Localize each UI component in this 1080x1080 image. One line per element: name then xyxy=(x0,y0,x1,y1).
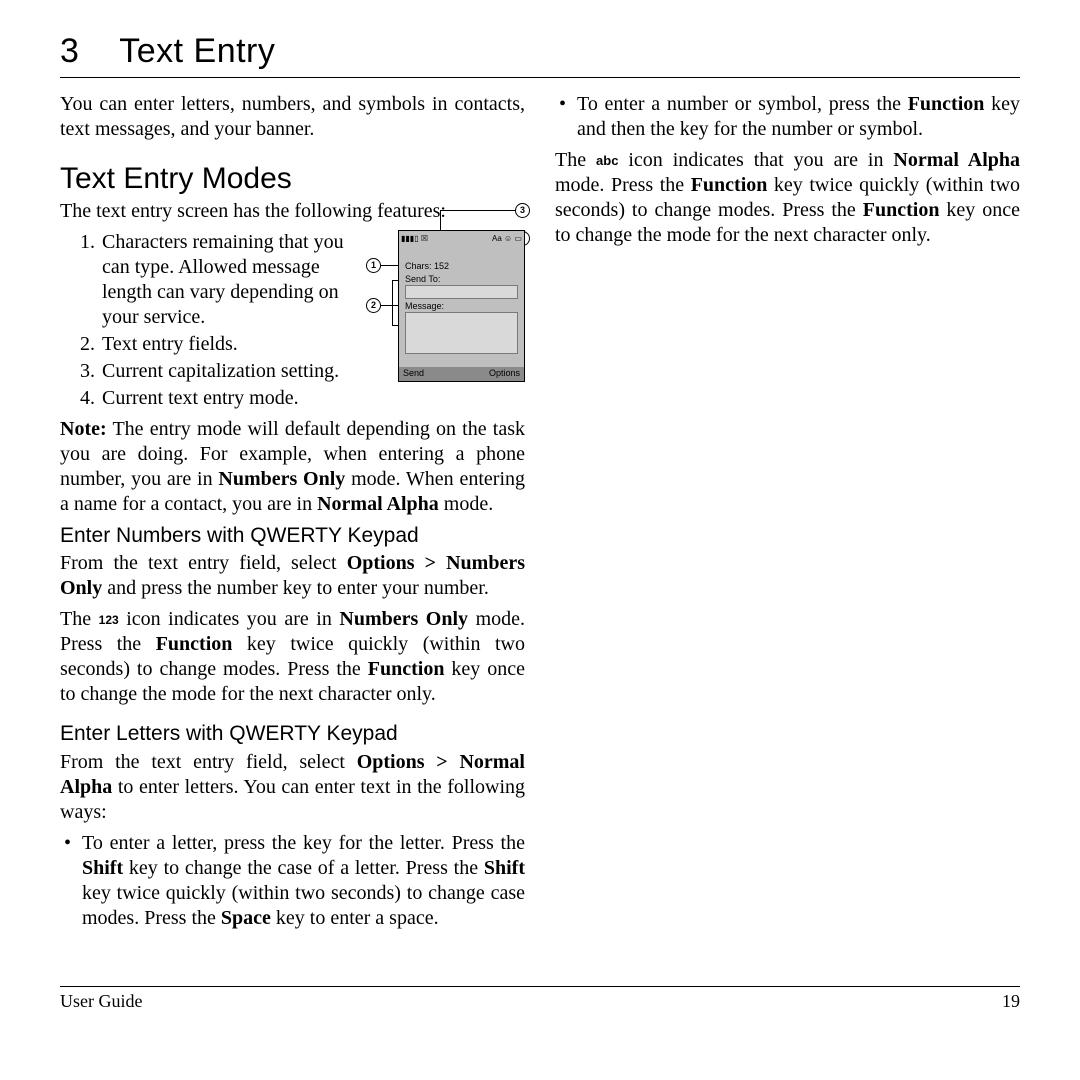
subsection-letters-title: Enter Letters with QWERTY Keypad xyxy=(60,721,525,747)
numbers-icon: 123 xyxy=(99,613,119,628)
list-item: To enter a number or symbol, press the F… xyxy=(577,92,1020,142)
chapter-number: 3 xyxy=(60,32,79,70)
chapter-rule xyxy=(60,77,1020,78)
note-label: Note: xyxy=(60,418,107,440)
section-title-modes: Text Entry Modes xyxy=(60,160,525,198)
note-paragraph: Note: The entry mode will default depend… xyxy=(60,417,525,517)
message-label: Message: xyxy=(405,301,444,312)
callout-2: 2 xyxy=(366,298,381,313)
page-footer: User Guide 19 xyxy=(60,986,1020,1013)
softkey-right: Options xyxy=(489,368,520,379)
letters-p2: The abc icon indicates that you are in N… xyxy=(555,148,1020,248)
section-lead: The text entry screen has the following … xyxy=(60,199,525,224)
footer-right: 19 xyxy=(1002,990,1020,1013)
message-field xyxy=(405,312,518,354)
list-item: Current text entry mode. xyxy=(100,386,525,411)
softkey-left: Send xyxy=(403,368,424,379)
callout-1: 1 xyxy=(366,258,381,273)
numbers-p2: The 123 icon indicates you are in Number… xyxy=(60,607,525,707)
subsection-numbers-title: Enter Numbers with QWERTY Keypad xyxy=(60,523,525,549)
status-left: ▮▮▮▯ ☒ xyxy=(401,234,428,244)
sendto-label: Send To: xyxy=(405,274,440,285)
numbers-p1: From the text entry field, select Option… xyxy=(60,551,525,601)
chapter-title: 3 Text Entry xyxy=(60,30,1020,73)
letters-p1: From the text entry field, select Option… xyxy=(60,750,525,825)
chapter-name: Text Entry xyxy=(119,32,275,70)
chars-label: Chars: 152 xyxy=(405,261,449,272)
phone-mockup: ▮▮▮▯ ☒ Aa ☺ ▭ Chars: 152 Send To: Messag… xyxy=(398,230,525,382)
intro-paragraph: You can enter letters, numbers, and symb… xyxy=(60,92,525,142)
callout-3: 3 xyxy=(515,203,530,218)
footer-left: User Guide xyxy=(60,990,142,1013)
abc-icon: abc xyxy=(596,153,618,169)
sendto-field xyxy=(405,285,518,299)
text-entry-figure: 3 4 1 2 ▮▮▮▯ ☒ Aa ☺ ▭ Chars: 152 Send To… xyxy=(380,230,525,380)
status-right: Aa ☺ ▭ xyxy=(492,234,522,244)
list-item: To enter a letter, press the key for the… xyxy=(82,831,525,931)
